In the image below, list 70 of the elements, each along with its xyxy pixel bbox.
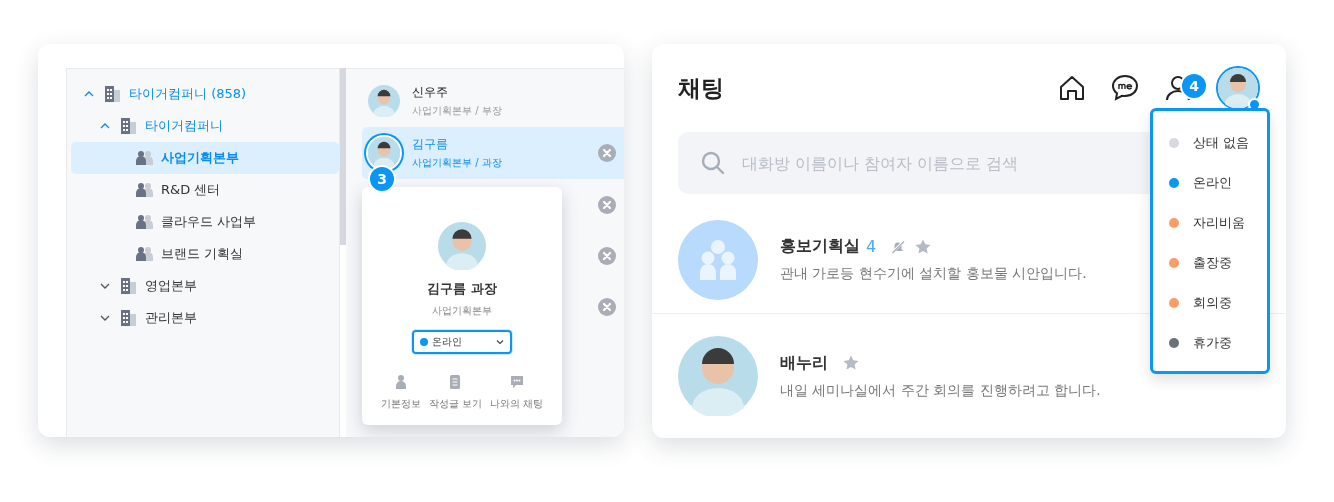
profile-action[interactable]: 나와의 채팅 bbox=[490, 374, 544, 411]
tree-label: 사업기획본부 bbox=[161, 149, 239, 167]
tree-label: 관리본부 bbox=[145, 309, 197, 327]
remove-icon[interactable] bbox=[598, 144, 616, 162]
tree-label: R&D 센터 bbox=[161, 181, 221, 199]
person-icon bbox=[393, 374, 408, 390]
scrollbar[interactable] bbox=[340, 68, 346, 245]
collapse-icon[interactable] bbox=[100, 121, 110, 131]
member-count: 4 bbox=[866, 237, 877, 256]
tree-item[interactable]: R&D 센터 bbox=[71, 174, 339, 206]
avatar-icon bbox=[438, 222, 486, 270]
tree-label: 타이거컴퍼니 (858) bbox=[129, 85, 247, 103]
chat-icon bbox=[509, 374, 524, 390]
member-row[interactable]: 신우주 사업기획본부 / 부장 bbox=[362, 75, 624, 127]
people-icon bbox=[135, 213, 153, 231]
remove-icon[interactable] bbox=[598, 246, 616, 265]
status-option[interactable]: 출장중 bbox=[1153, 243, 1267, 283]
people-icon bbox=[135, 245, 153, 263]
tree-item[interactable]: 관리본부 bbox=[71, 302, 339, 334]
building-icon bbox=[119, 277, 137, 295]
status-option[interactable]: 회의중 bbox=[1153, 283, 1267, 323]
document-icon bbox=[448, 374, 463, 390]
avatar-icon bbox=[368, 85, 400, 117]
chevron-icon bbox=[496, 338, 504, 346]
tree-item[interactable]: 브랜드 기획실 bbox=[71, 238, 339, 270]
avatar-icon bbox=[678, 336, 758, 416]
people-icon bbox=[135, 181, 153, 199]
profile-name: 김구름 과장 bbox=[427, 280, 497, 298]
building-icon bbox=[119, 117, 137, 135]
building-icon bbox=[103, 85, 121, 103]
status-option[interactable]: 자리비움 bbox=[1153, 203, 1267, 243]
status-option[interactable]: 상태 없음 bbox=[1153, 123, 1267, 163]
message-preview: 관내 가로등 현수기에 설치할 홍보물 시안입니다. bbox=[780, 265, 1087, 283]
remove-icon[interactable] bbox=[598, 195, 616, 214]
avatar-icon bbox=[1218, 68, 1258, 108]
search-icon bbox=[700, 150, 726, 176]
remove-icon[interactable] bbox=[598, 297, 616, 316]
expand-icon[interactable] bbox=[100, 313, 110, 323]
home-icon[interactable] bbox=[1058, 74, 1086, 102]
room-name: 홍보기획실 bbox=[780, 236, 860, 257]
action-label: 기본정보 bbox=[380, 398, 421, 411]
status-option[interactable]: 휴가중 bbox=[1153, 323, 1267, 363]
group-avatar-icon bbox=[678, 219, 758, 300]
tree-label: 브랜드 기획실 bbox=[161, 245, 244, 263]
message-preview: 내일 세미나실에서 주간 회의를 진행하려고 합니다. bbox=[780, 381, 1101, 400]
member-title: 사업기획본부 / 과장 bbox=[412, 156, 503, 170]
member-name: 김구름 bbox=[412, 136, 449, 153]
page-title: 채팅 bbox=[678, 73, 724, 103]
tree-item[interactable]: 클라우드 사업부 bbox=[71, 206, 339, 238]
action-label: 나와의 채팅 bbox=[490, 398, 544, 411]
chat-bubble-icon[interactable] bbox=[1110, 73, 1140, 103]
tree-label: 영업본부 bbox=[145, 277, 197, 295]
status-dropdown[interactable]: 온라인 bbox=[412, 330, 512, 354]
tree-label: 타이거컴퍼니 bbox=[145, 117, 223, 135]
star-icon[interactable] bbox=[842, 354, 860, 372]
room-name: 배누리 bbox=[780, 352, 828, 374]
tree-item[interactable]: 영업본부 bbox=[71, 270, 339, 302]
status-option[interactable]: 온라인 bbox=[1153, 163, 1267, 203]
expand-icon[interactable] bbox=[100, 281, 110, 291]
profile-action[interactable]: 기본정보 bbox=[380, 374, 421, 411]
callout-badge: 4 bbox=[1180, 72, 1208, 100]
people-icon bbox=[135, 149, 153, 167]
profile-department: 사업기획본부 bbox=[432, 304, 492, 318]
action-label: 작성글 보기 bbox=[428, 398, 482, 411]
collapse-icon[interactable] bbox=[84, 89, 94, 99]
member-name: 신우주 bbox=[412, 84, 449, 101]
member-title: 사업기획본부 / 부장 bbox=[412, 104, 503, 118]
building-icon bbox=[119, 309, 137, 327]
profile-action[interactable]: 작성글 보기 bbox=[428, 374, 482, 411]
tree-label: 클라우드 사업부 bbox=[161, 213, 257, 231]
